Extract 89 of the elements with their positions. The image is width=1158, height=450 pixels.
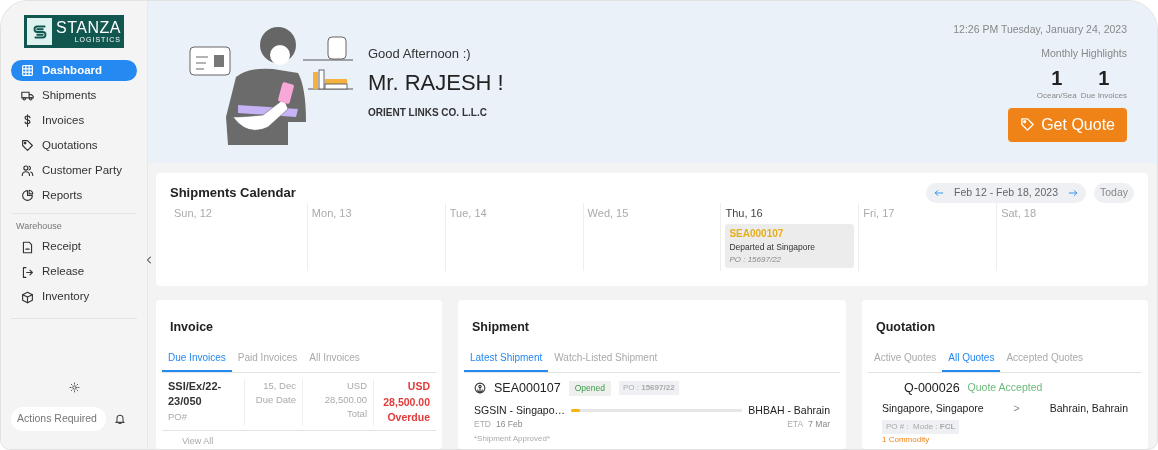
- arrow-right-icon[interactable]: [1067, 187, 1078, 198]
- eta-label: ETA: [787, 418, 804, 431]
- destination-city: Bahrain, Bahrain: [1049, 400, 1128, 416]
- origin-port: SGSIN - Singapo…: [474, 402, 566, 418]
- invoice-ref: SSI/Ex/22-23/050: [168, 378, 223, 410]
- day-label: Sun, 12: [174, 205, 213, 221]
- card-title: Invoice: [169, 319, 215, 336]
- date-range: Feb 12 - Feb 18, 2023: [954, 185, 1058, 200]
- sidebar-item[interactable]: Dashboard: [11, 60, 137, 81]
- day-label: Tue, 14: [449, 205, 488, 221]
- stat-value: 1: [1050, 65, 1064, 90]
- day-label: Fri, 17: [863, 205, 896, 221]
- tab[interactable]: Active Quotes: [868, 346, 943, 372]
- etd-date: 16 Feb: [496, 418, 523, 431]
- day-label: Sat, 18: [1001, 205, 1037, 221]
- actions-field[interactable]: Actions Required: [11, 407, 106, 431]
- stat-label: Ocean/Sea: [1036, 89, 1077, 102]
- commodity-link[interactable]: 1 Commodity: [882, 434, 1128, 447]
- destination-port: BHBAH - Bahrain: [748, 402, 830, 418]
- quote-id: Q-000026: [904, 379, 960, 397]
- tab[interactable]: Watch-Listed Shipment: [548, 346, 664, 372]
- route-separator: >: [1013, 400, 1020, 416]
- sidebar-item[interactable]: Customer Party: [11, 160, 137, 181]
- event-code: SEA000107: [729, 227, 785, 242]
- shipment-id: SEA000107: [494, 379, 561, 397]
- greeting-text: Good Afternoon :): [368, 45, 472, 64]
- stat-value: 1: [1097, 65, 1111, 90]
- dollar-icon: [21, 114, 34, 127]
- pie-chart-icon: [21, 189, 34, 202]
- due-date-label: Due Date: [254, 393, 296, 407]
- po-number: PO : 15697/22: [619, 381, 679, 396]
- tab[interactable]: Due Invoices: [162, 346, 232, 372]
- shipment-note: *Shipment Approved*: [474, 433, 552, 445]
- tab[interactable]: Accepted Quotes: [1000, 346, 1090, 372]
- event-status: Departed at Singapore: [729, 241, 816, 254]
- user-name: Mr. RAJESH !: [368, 68, 504, 97]
- truck-icon: [21, 89, 34, 102]
- quote-meta: PO # : Mode : FCL: [882, 420, 960, 435]
- card-title: Quotation: [875, 319, 936, 336]
- arrow-left-icon[interactable]: [934, 187, 945, 198]
- event-po: PO : 15697/22: [729, 254, 783, 266]
- overdue-amount: USD 28,500.00: [382, 378, 430, 410]
- quote-status: Quote Accepted: [967, 380, 1043, 396]
- section-label: Warehouse: [11, 213, 137, 237]
- view-all-link[interactable]: View All: [162, 431, 436, 449]
- tag-icon: [21, 139, 34, 152]
- exit-icon: [21, 265, 34, 279]
- day-label: Wed, 15: [587, 205, 630, 221]
- company-name: ORIENT LINKS CO. L.L.C: [368, 105, 488, 120]
- status-badge: Opened: [568, 380, 611, 396]
- tab[interactable]: Paid Invoices: [231, 346, 304, 372]
- origin-city: Singapore, Singapore: [882, 400, 984, 416]
- overdue-label: Overdue: [386, 410, 430, 426]
- get-quote-button[interactable]: Get Quote: [1008, 107, 1127, 142]
- due-date: 15, Dec: [262, 378, 296, 393]
- sidebar-item[interactable]: Quotations: [11, 135, 137, 156]
- tab[interactable]: All Quotes: [942, 346, 1001, 372]
- sidebar-item[interactable]: Shipments: [11, 85, 137, 106]
- eta-date: 7 Mar: [808, 418, 830, 431]
- anchor-icon: [474, 382, 486, 395]
- today-button[interactable]: Today: [1093, 183, 1134, 203]
- etd-label: ETD: [474, 418, 491, 431]
- sun-icon[interactable]: [68, 382, 80, 394]
- sidebar-item[interactable]: Reports: [11, 185, 137, 206]
- calendar-title: Shipments Calendar: [170, 184, 296, 203]
- calendar-event[interactable]: SEA000107 Departed at Singapore PO : 15697/22: [725, 224, 855, 268]
- sidebar-item[interactable]: Invoices: [11, 110, 137, 131]
- tab[interactable]: All Invoices: [303, 346, 366, 372]
- document-icon: [21, 240, 34, 254]
- users-icon: [21, 164, 34, 177]
- amount-label: Total: [345, 407, 367, 422]
- logo-text: STANZA: [56, 20, 121, 36]
- highlights-title: Monthly Highlights: [1041, 46, 1127, 61]
- date-time: 12:26 PM Tuesday, January 24, 2023: [953, 22, 1127, 38]
- sidebar-item[interactable]: Inventory: [11, 286, 137, 308]
- tab[interactable]: Latest Shipment: [464, 346, 549, 372]
- bell-icon[interactable]: [114, 413, 126, 426]
- stat-label: Due Invoices: [1080, 89, 1127, 102]
- sidebar-item[interactable]: Release: [11, 261, 137, 283]
- day-label: Thu, 16: [725, 205, 764, 221]
- grid-icon: [21, 64, 34, 77]
- day-label: Mon, 13: [311, 205, 353, 221]
- collapse-chevron-icon[interactable]: [146, 255, 152, 265]
- invoice-amount: USD 28,500.00: [323, 378, 367, 407]
- card-title: Shipment: [471, 319, 530, 336]
- sidebar-item[interactable]: Receipt: [11, 236, 137, 258]
- tag-icon: [1020, 117, 1036, 133]
- cube-icon: [21, 290, 34, 304]
- ref-label: PO#: [168, 409, 188, 424]
